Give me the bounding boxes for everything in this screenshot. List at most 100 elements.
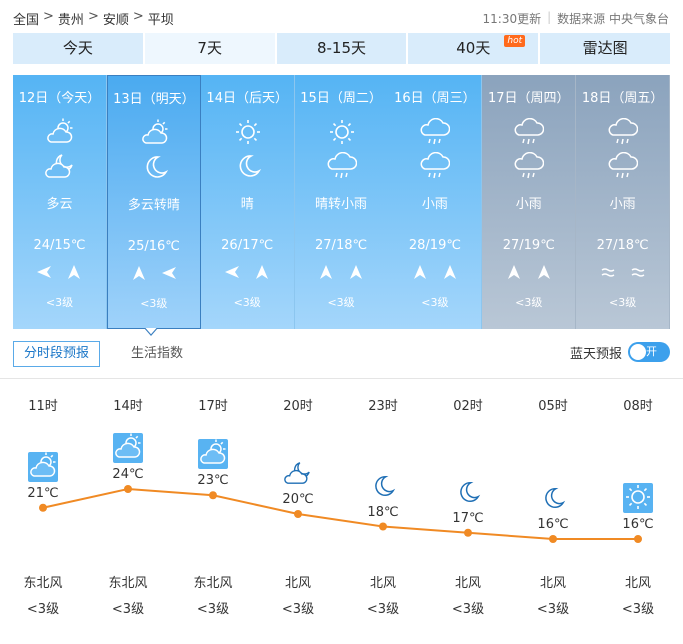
hour-wind-level: <3级 [366,602,400,617]
day-date: 12日（今天） [18,91,101,106]
hour-temperature: 20℃ [282,492,314,507]
wind-direction-icon [537,265,550,279]
wind-direction-icon [320,265,333,279]
day-weather-desc: 多云转晴 [127,198,180,213]
day-temperature: 26/17℃ [221,238,274,253]
hour-wind-level: <3级 [281,602,315,617]
tab-life-index[interactable]: 生活指数 [120,341,194,367]
rain-icon [421,152,451,179]
day-card[interactable]: 12日（今天） 多云 24/15℃ <3级 [13,75,107,329]
tab-40-days-label: 40天 [456,39,491,57]
day-temperature: 25/16℃ [127,239,180,254]
hour-time: 02时 [453,399,483,414]
temperature-point [379,522,387,531]
day-card[interactable]: 13日（明天） 多云转晴 25/16℃ <3级 [106,75,201,329]
hour-time: 11时 [28,399,58,414]
tab-radar[interactable]: 雷达图 [540,33,670,64]
wind-direction-icon [132,266,145,280]
rain-icon [608,152,639,179]
tab-today[interactable]: 今天 [13,33,143,64]
tab-hourly-forecast[interactable]: 分时段预报 [13,341,101,367]
moon-icon [545,487,566,509]
wind-direction-icon [350,265,363,279]
tab-8-15-days[interactable]: 8-15天 [276,33,407,64]
temperature-point [124,485,132,493]
wind-direction [388,264,481,282]
hour-wind-level: <3级 [196,602,230,617]
hour-time: 20时 [283,399,313,414]
hour-time: 17时 [198,399,228,414]
wind-direction-icon [413,265,426,279]
hour-wind: 北风 [284,576,311,591]
day-weather-desc: 小雨 [421,197,448,212]
partly-cloudy-icon [28,451,58,482]
hour-temperature: 18℃ [367,504,399,520]
hour-wind-level: <3级 [451,602,485,617]
wind-level: <3级 [233,296,261,309]
hour-temperature: 23℃ [197,473,229,489]
breadcrumb-separator: > [43,9,54,24]
partly-cloudy-icon [47,118,73,143]
hourly-forecast: 11时 21℃ 东北风 <3级 14时 24℃ 东北风 <3级 17时 23℃ 东北风 <3级 20时 2… [0,379,683,644]
day-date: 16日（周三） [394,91,476,106]
breadcrumb-separator: > [87,9,99,24]
wind-calm-icon [601,268,615,277]
breadcrumb-item-province[interactable]: 贵州 [58,9,84,28]
day-date: 14日（后天） [206,91,288,106]
tab-40-days[interactable]: 40天 hot [408,33,539,64]
hour-time: 05时 [538,399,568,414]
blue-sky-label: 蓝天预报 [569,346,622,362]
wind-direction [108,265,200,283]
forecast-tabs: 今天 7天 8-15天 40天 hot 雷达图 [13,33,670,64]
day-weather-desc: 小雨 [515,197,542,212]
wind-direction-icon [68,265,81,279]
hour-time: 14时 [113,399,143,414]
moon-icon [375,475,396,496]
temperature-point [209,491,217,500]
day-card[interactable]: 17日（周四） 小雨 27/19℃ <3级 [482,75,577,329]
day-card[interactable]: 16日（周三） 小雨 28/19℃ <3级 [388,75,483,329]
selected-day-pointer [144,328,158,336]
hour-time: 23时 [368,399,398,414]
partly-cloudy-icon [198,439,228,470]
cloudy-night-icon [284,462,310,484]
breadcrumb-item-city[interactable]: 安顺 [103,9,129,28]
tab-7-days[interactable]: 7天 [144,33,275,64]
rain-icon [327,152,357,179]
wind-direction [13,264,106,282]
day-card[interactable]: 14日（后天） 晴 26/17℃ <3级 [200,75,295,329]
wind-direction [576,264,669,282]
wind-level: <3级 [421,296,449,309]
hour-wind-level: <3级 [536,602,570,617]
day-temperature: 28/19℃ [408,238,461,253]
wind-level: <3级 [140,297,168,310]
hour-wind: 北风 [539,576,566,591]
hour-temperature: 21℃ [27,485,59,501]
hour-temperature: 17℃ [452,510,484,526]
wind-direction-icon [161,267,176,279]
day-date: 18日（周五） [581,91,664,106]
blue-sky-toggle[interactable]: 开 [628,342,670,362]
wind-level: <3级 [45,296,74,309]
breadcrumb-item-county: 平坝 [147,13,174,28]
breadcrumb-item-country[interactable]: 全国 [13,9,39,28]
day-card[interactable]: 18日（周五） 小雨 27/18℃ <3级 [576,75,671,329]
day-temperature: 27/19℃ [502,238,555,253]
day-temperature: 24/15℃ [33,238,86,253]
wind-direction [482,264,575,282]
moon-icon [239,155,261,177]
partly-cloudy-icon [142,119,168,144]
wind-direction-icon [225,266,240,278]
rain-icon [514,152,545,179]
hour-wind-level: <3级 [26,602,60,617]
rain-icon [421,118,451,145]
temperature-point [464,528,472,537]
day-card[interactable]: 15日（周二） 晴转小雨 27/18℃ <3级 [294,75,389,329]
day-weather-desc: 小雨 [609,197,636,212]
hour-temperature: 24℃ [112,467,144,482]
wind-direction [295,264,388,282]
hour-wind-level: <3级 [111,602,145,617]
day-date: 15日（周二） [300,91,382,106]
toggle-label: 开 [646,345,657,358]
day-date: 17日（周四） [488,91,570,106]
